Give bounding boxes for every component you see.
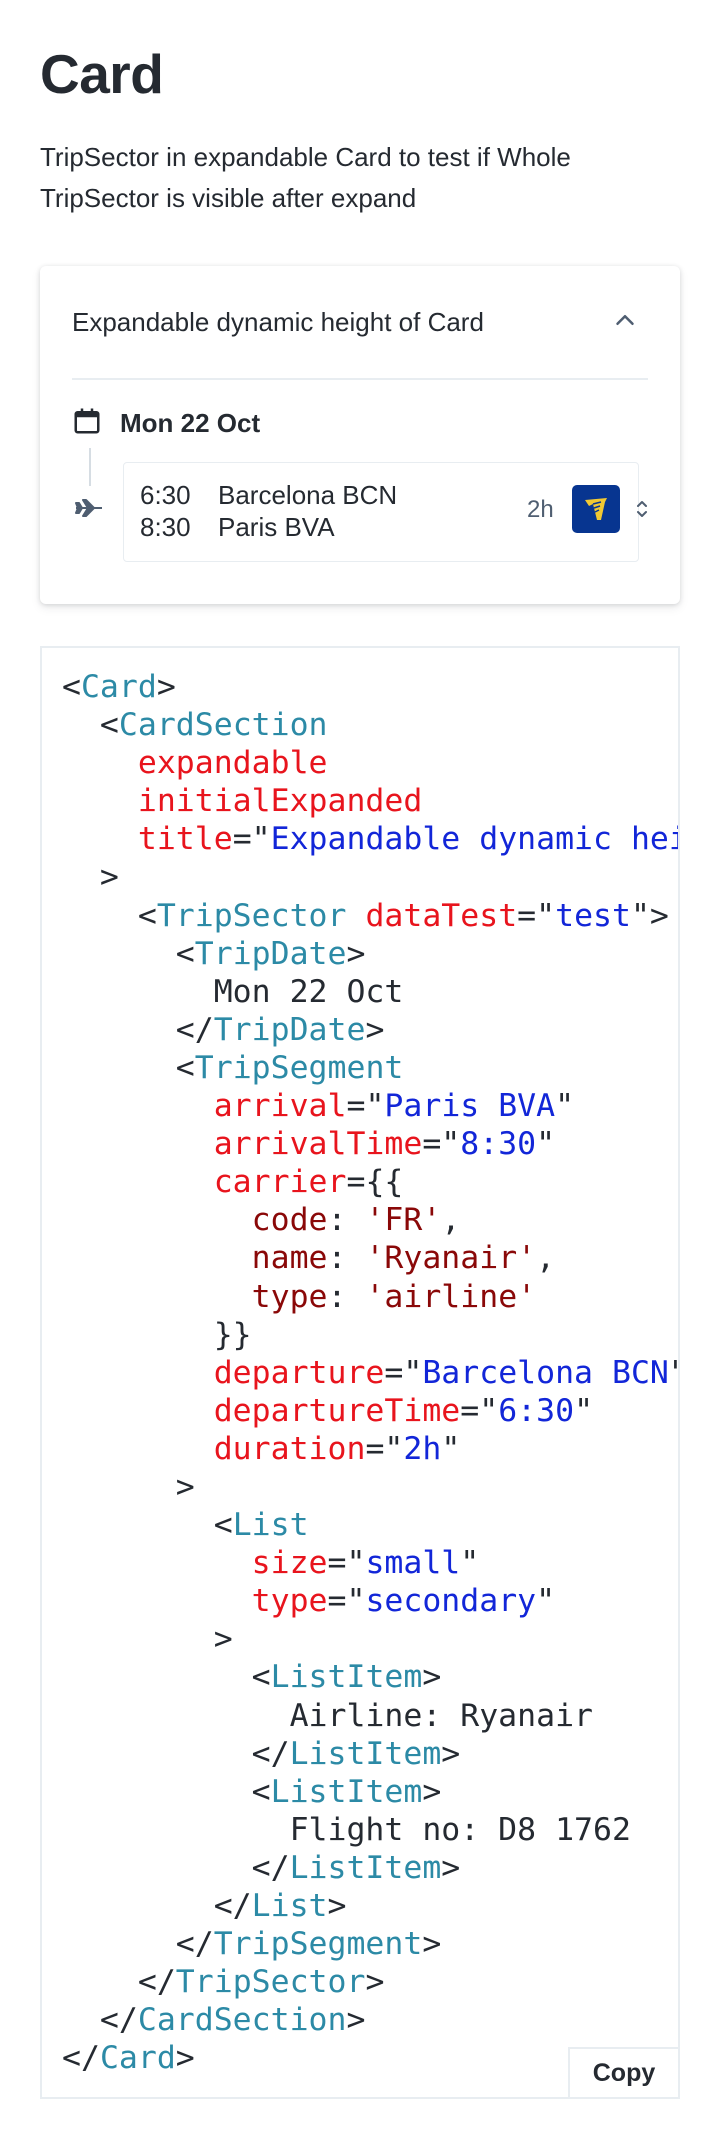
code-token: Expandable dynamic height of Card — [270, 821, 678, 858]
code-token: < — [62, 669, 81, 705]
card-section-title: Expandable dynamic height of Card — [72, 306, 484, 337]
code-token: TripSector — [175, 1964, 366, 2001]
code-token: arrival — [213, 1088, 347, 1125]
code-token: List — [232, 1507, 309, 1544]
code-token: duration — [213, 1430, 366, 1467]
code-token: code — [251, 1202, 328, 1239]
code-token: ListItem — [289, 1735, 442, 1772]
code-token: > — [175, 2040, 195, 2077]
code-block: <Card> <CardSection expandable initialEx… — [40, 646, 680, 2099]
code-token: carrier — [213, 1164, 347, 1201]
code-token: =" — [460, 1392, 499, 1429]
code-token: =" — [346, 1088, 385, 1125]
code-token: : — [327, 1240, 366, 1277]
airplane-icon — [74, 497, 104, 524]
code-token: test — [555, 897, 631, 934]
code-token: name — [251, 1240, 328, 1277]
code-token: type — [251, 1583, 328, 1620]
page-title: Card — [40, 43, 164, 105]
code-token: Barcelona BCN — [422, 1354, 669, 1391]
code-token: CardSection — [137, 2002, 347, 2039]
code-token: =" — [422, 1126, 461, 1163]
code-token: List — [251, 1888, 328, 1924]
code-token: arrivalTime — [213, 1126, 423, 1163]
code-token: TripSegment — [213, 1926, 423, 1963]
code-token: Card — [99, 2040, 176, 2077]
code-listing: <Card> <CardSection expandable initialEx… — [42, 648, 678, 2077]
code-token: TripSegment — [194, 1049, 404, 1086]
chevron-up-down-icon[interactable] — [635, 497, 649, 526]
departure-time: 6:30 — [140, 480, 191, 510]
trip-segment[interactable]: 6:30 Barcelona BCN 8:30 Paris BVA 2h — [123, 462, 647, 562]
code-token: type — [251, 1278, 328, 1315]
segment-arrival-row: 8:30 Paris BVA — [140, 512, 335, 543]
code-token: TripSector — [156, 897, 347, 934]
code-token: Card — [80, 669, 157, 705]
code-token: small — [365, 1545, 461, 1582]
code-token: : — [327, 1278, 366, 1315]
trip-date-label: Mon 22 Oct — [120, 407, 261, 438]
arrival-place: Paris BVA — [218, 512, 335, 542]
departure-place: Barcelona BCN — [218, 480, 398, 510]
code-token: secondary — [365, 1583, 537, 1620]
code-token: title — [137, 821, 233, 858]
code-token: departure — [213, 1354, 385, 1391]
code-token: =" — [517, 897, 556, 934]
code-token: CardSection — [118, 707, 328, 744]
calendar-icon — [72, 406, 102, 441]
page: Card TripSector in expandable Card to te… — [0, 0, 718, 2099]
timeline-connector — [89, 448, 91, 486]
expandable-card: Expandable dynamic height of Card Mon 22… — [40, 266, 680, 604]
code-token: expandable — [137, 745, 328, 782]
code-token: =" — [365, 1430, 404, 1467]
code-token: =" — [232, 821, 271, 858]
carrier-logo — [572, 485, 620, 533]
code-token: ListItem — [289, 1849, 442, 1886]
arrival-time: 8:30 — [140, 512, 191, 542]
segment-departure-row: 6:30 Barcelona BCN — [140, 480, 397, 511]
segment-duration: 2h — [527, 496, 554, 523]
code-token: : — [327, 1202, 366, 1239]
code-token: ListItem — [270, 1659, 423, 1696]
code-token: =" — [327, 1583, 366, 1620]
code-token: 2h — [403, 1430, 442, 1467]
code-token: TripDate — [194, 935, 347, 972]
code-token: Paris BVA — [384, 1088, 556, 1125]
trip-date: Mon 22 Oct — [72, 406, 260, 440]
code-token: departureTime — [213, 1392, 461, 1429]
page-description: TripSector in expandable Card to test if… — [40, 142, 571, 213]
code-token: TripDate — [213, 1011, 366, 1048]
code-token: ListItem — [270, 1773, 423, 1810]
code-token: 8:30 — [460, 1126, 537, 1163]
code-token: 'FR' — [365, 1202, 442, 1239]
card-section-header[interactable]: Expandable dynamic height of Card — [72, 266, 648, 380]
copy-button[interactable]: Copy — [568, 2047, 678, 2097]
code-token: 'airline' — [365, 1278, 537, 1315]
code-token: =" — [327, 1545, 366, 1582]
code-token: 6:30 — [498, 1392, 575, 1429]
chevron-up-icon[interactable] — [610, 305, 648, 340]
code-token: initialExpanded — [137, 783, 423, 820]
code-token: dataTest — [365, 897, 518, 934]
code-token: =" — [384, 1354, 423, 1391]
code-token: size — [251, 1545, 328, 1582]
code-token: 'Ryanair' — [365, 1240, 537, 1277]
